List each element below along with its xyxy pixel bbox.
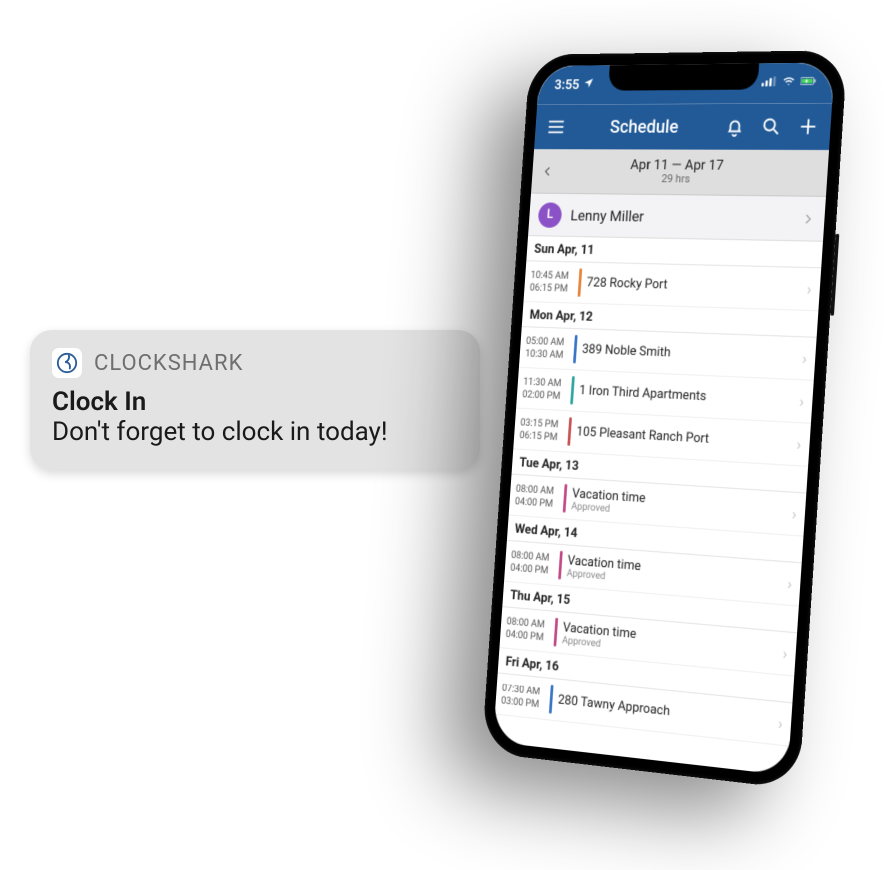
phone-mockup: 3:55 bbox=[482, 50, 848, 789]
entry-times: 08:00 AM04:00 PM bbox=[504, 541, 559, 585]
schedule-list[interactable]: Sun Apr, 1110:45 AM06:15 PM728 Rocky Por… bbox=[493, 236, 823, 776]
entry-times: 07:30 AM03:00 PM bbox=[495, 673, 550, 719]
nav-bar: Schedule bbox=[534, 103, 832, 150]
chevron-right-icon: › bbox=[773, 631, 797, 675]
entry-times: 08:00 AM04:00 PM bbox=[509, 475, 564, 519]
notification-body: Don't forget to clock in today! bbox=[52, 418, 458, 448]
chevron-right-icon: › bbox=[792, 337, 816, 380]
wifi-icon bbox=[780, 75, 797, 91]
entry-color-bar bbox=[578, 268, 583, 296]
user-name: Lenny Miller bbox=[570, 206, 792, 227]
statusbar-time: 3:55 bbox=[554, 77, 580, 93]
entry-title: 1 Iron Third Apartments bbox=[579, 383, 792, 408]
push-notification[interactable]: CLOCKSHARK Clock In Don't forget to cloc… bbox=[30, 330, 480, 470]
chevron-right-icon: › bbox=[797, 268, 821, 310]
entry-times: 10:45 AM06:15 PM bbox=[524, 261, 579, 302]
entry-times: 05:00 AM10:30 AM bbox=[519, 327, 574, 369]
location-icon bbox=[582, 77, 594, 93]
total-hours-label: 29 hrs bbox=[562, 173, 794, 187]
entry-color-bar bbox=[549, 685, 554, 714]
chevron-right-icon: › bbox=[790, 380, 814, 423]
chevron-right-icon: › bbox=[782, 492, 806, 535]
entry-color-bar bbox=[553, 618, 558, 647]
bell-icon[interactable] bbox=[724, 116, 746, 138]
entry-color-bar bbox=[563, 484, 568, 513]
entry-times: 03:15 PM06:15 PM bbox=[513, 409, 568, 452]
chevron-right-icon: › bbox=[787, 423, 811, 466]
chevron-right-icon bbox=[800, 206, 815, 231]
plus-icon[interactable] bbox=[797, 115, 820, 137]
entry-color-bar bbox=[567, 417, 572, 446]
entry-times: 08:00 AM04:00 PM bbox=[500, 607, 555, 652]
notification-app-name: CLOCKSHARK bbox=[94, 351, 243, 376]
prev-week-button[interactable] bbox=[532, 159, 564, 182]
entry-color-bar bbox=[573, 335, 578, 364]
menu-icon[interactable] bbox=[546, 116, 567, 137]
notification-title: Clock In bbox=[52, 388, 458, 418]
entry-body: 280 Tawny Approach bbox=[557, 680, 771, 744]
search-icon[interactable] bbox=[760, 116, 783, 138]
user-selector[interactable]: L Lenny Miller bbox=[528, 194, 826, 242]
date-range-bar: Apr 11 — Apr 17 29 hrs › bbox=[531, 149, 829, 197]
entry-color-bar bbox=[570, 376, 575, 405]
chevron-right-icon: › bbox=[777, 562, 801, 606]
entry-title: 105 Pleasant Ranch Port bbox=[576, 425, 789, 452]
chevron-right-icon: › bbox=[768, 701, 792, 745]
schedule-entry[interactable]: 07:30 AM03:00 PM280 Tawny Approach› bbox=[495, 673, 793, 746]
avatar: L bbox=[538, 202, 563, 228]
entry-body: 728 Rocky Port bbox=[585, 263, 799, 310]
signal-icon bbox=[761, 75, 777, 91]
entry-title: 280 Tawny Approach bbox=[557, 693, 770, 730]
nav-title: Schedule bbox=[609, 116, 679, 137]
battery-icon bbox=[800, 75, 817, 91]
entry-times: 11:30 AM02:00 PM bbox=[516, 368, 571, 410]
entry-title: 728 Rocky Port bbox=[586, 275, 799, 296]
entry-color-bar bbox=[558, 551, 563, 580]
phone-notch bbox=[608, 63, 759, 90]
entry-title: 389 Noble Smith bbox=[582, 342, 795, 365]
clockshark-logo-icon bbox=[52, 348, 82, 378]
